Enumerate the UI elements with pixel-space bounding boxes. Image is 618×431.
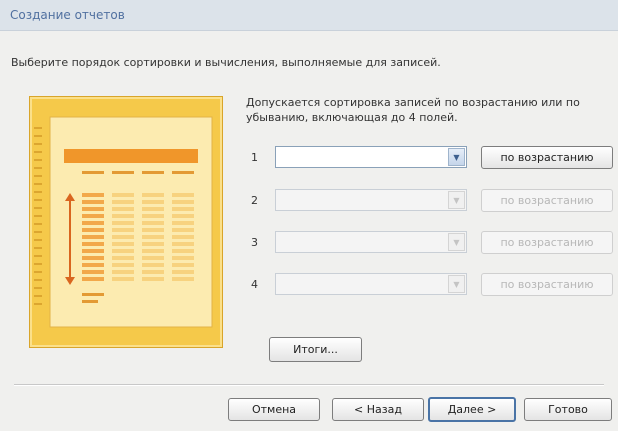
cancel-button[interactable]: Отмена xyxy=(228,398,320,421)
sort-order-3-button[interactable]: по возрастанию xyxy=(481,231,613,254)
sort-field-4-combo[interactable]: ▼ xyxy=(275,273,467,295)
sort-field-number: 1 xyxy=(251,151,258,164)
chevron-down-icon[interactable]: ▼ xyxy=(448,191,465,209)
summary-options-button[interactable]: Итоги... xyxy=(269,337,362,362)
chevron-down-icon[interactable]: ▼ xyxy=(448,275,465,293)
finish-button[interactable]: Готово xyxy=(524,398,612,421)
title-bar: Создание отчетов xyxy=(0,0,618,31)
chevron-down-icon[interactable]: ▼ xyxy=(448,233,465,251)
sort-order-1-button[interactable]: по возрастанию xyxy=(481,146,613,169)
instruction-text: Выберите порядок сортировки и вычисления… xyxy=(11,56,441,69)
footer-divider xyxy=(14,384,604,386)
sort-order-4-button[interactable]: по возрастанию xyxy=(481,273,613,296)
report-illustration-icon xyxy=(34,116,213,328)
sort-field-3-combo[interactable]: ▼ xyxy=(275,231,467,253)
sort-hint-text: Допускается сортировка записей по возрас… xyxy=(246,96,580,124)
sort-field-number: 3 xyxy=(251,236,258,249)
sort-order-2-button[interactable]: по возрастанию xyxy=(481,189,613,212)
report-sort-illustration xyxy=(29,96,223,348)
back-button[interactable]: < Назад xyxy=(332,398,424,421)
window-title: Создание отчетов xyxy=(10,8,125,22)
sort-field-number: 4 xyxy=(251,278,258,291)
sort-field-number: 2 xyxy=(251,194,258,207)
sort-field-1-combo[interactable]: ▼ xyxy=(275,146,467,168)
next-button[interactable]: Далее > xyxy=(428,397,516,422)
sort-field-2-combo[interactable]: ▼ xyxy=(275,189,467,211)
chevron-down-icon[interactable]: ▼ xyxy=(448,148,465,166)
